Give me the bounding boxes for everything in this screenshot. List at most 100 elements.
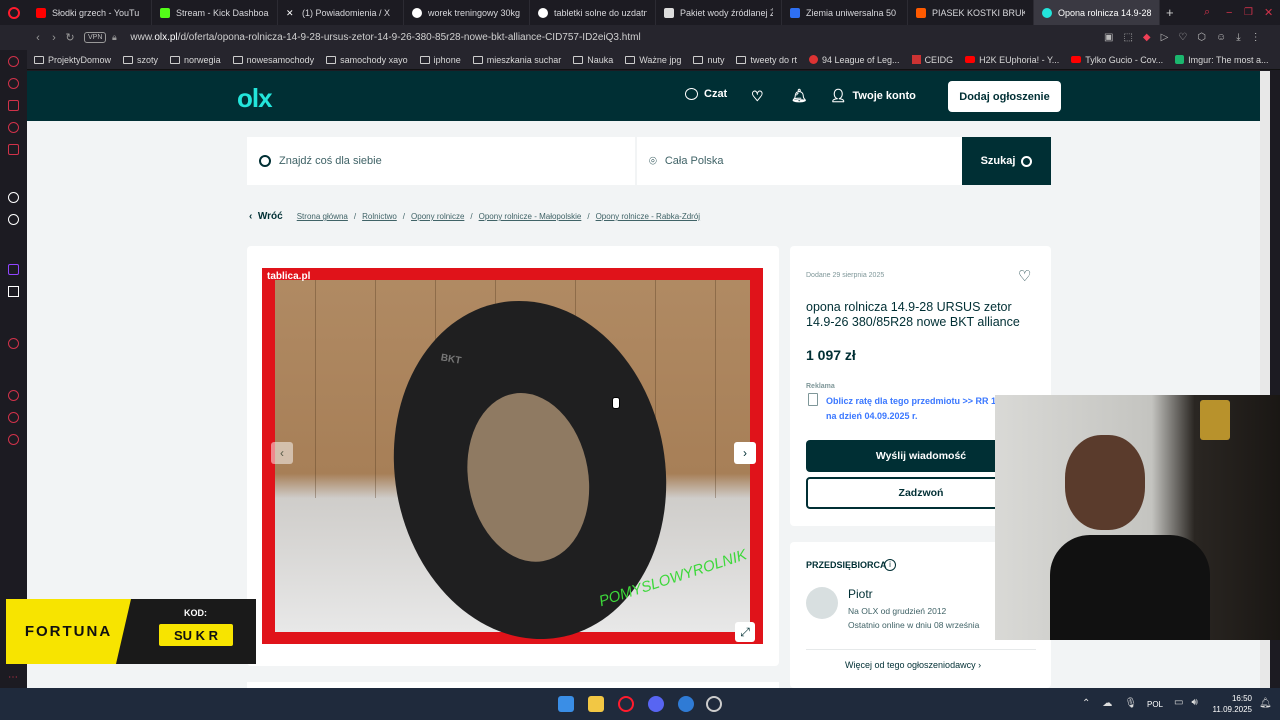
bookmark-item[interactable]: H2K EUphoria! - Y... <box>965 55 1059 65</box>
tab-1[interactable]: Stream - Kick Dashboard <box>152 0 278 25</box>
back-arrow-icon[interactable]: ‹ <box>30 32 46 44</box>
heart-icon[interactable]: ♡ <box>1178 32 1187 43</box>
info-icon[interactable]: i <box>884 559 896 571</box>
windows-start-icon[interactable] <box>558 696 574 712</box>
bookmark-item[interactable]: Tylko Gucio - Cov... <box>1071 55 1163 65</box>
aria-icon[interactable] <box>8 192 19 203</box>
tab-5[interactable]: Pakiet wody źródlanej Ż <box>656 0 782 25</box>
wallet-icon[interactable] <box>8 100 19 111</box>
hand-cursor-icon <box>612 397 620 409</box>
tab-2[interactable]: ✕ (1) Powiadomienia / X <box>278 0 404 25</box>
download-icon[interactable]: ⤓ <box>1236 32 1240 43</box>
file-explorer-icon[interactable] <box>588 696 604 712</box>
chat-link[interactable]: Czat <box>685 88 727 100</box>
language-indicator[interactable]: POL <box>1147 700 1163 709</box>
play-icon[interactable]: ▷ <box>1161 32 1169 43</box>
bookmark-item[interactable]: iphone <box>419 55 461 65</box>
tab-7[interactable]: PIASEK KOSTKI BRUKOW <box>908 0 1034 25</box>
maximize-icon[interactable]: ❐ <box>1244 7 1253 18</box>
tab-3[interactable]: worek treningowy 30kg <box>404 0 530 25</box>
prev-photo-button[interactable]: ‹ <box>271 442 293 464</box>
olx-logo[interactable]: olx <box>237 83 273 114</box>
breadcrumb-item[interactable]: Opony rolnicze - Małopolskie <box>479 212 582 221</box>
search-tabs-icon[interactable]: ⌕ <box>1204 6 1210 19</box>
profile-icon[interactable]: ☺ <box>1216 32 1226 43</box>
bookmark-item[interactable]: 94 League of Leg... <box>808 55 900 65</box>
instagram-icon[interactable] <box>8 122 19 133</box>
chatgpt-icon[interactable] <box>8 214 19 225</box>
screenshot-icon[interactable]: ⬚ <box>1123 32 1132 43</box>
reload-icon[interactable]: ↻ <box>62 31 78 44</box>
breadcrumb-item[interactable]: Opony rolnicze - Rabka-Zdrój <box>596 212 700 221</box>
chevron-up-icon[interactable]: ⌃ <box>1082 698 1090 709</box>
close-icon[interactable]: ✕ <box>1264 6 1273 19</box>
camera-icon[interactable]: ▣ <box>1104 32 1113 43</box>
lock-icon[interactable]: 🔒︎ <box>106 32 122 43</box>
mail-icon[interactable] <box>8 144 19 155</box>
messenger-icon[interactable] <box>678 696 694 712</box>
fullscreen-icon[interactable]: ⤢ <box>735 622 755 642</box>
bookmark-item[interactable]: Nauka <box>573 55 613 65</box>
account-link[interactable]: 👤︎ Twoje konto <box>830 88 916 104</box>
folder-icon <box>34 55 44 64</box>
discord-icon[interactable] <box>648 696 664 712</box>
bookmark-item[interactable]: Imgur: The most a... <box>1175 55 1269 65</box>
search-input[interactable]: Znajdź coś dla siebie <box>247 137 637 185</box>
minimize-icon[interactable]: − <box>1226 7 1232 19</box>
bookmark-item[interactable]: tweety do rt <box>736 55 797 65</box>
breadcrumb-item[interactable]: Strona główna <box>297 212 348 221</box>
bookmark-item[interactable]: szoty <box>123 55 158 65</box>
mic-icon[interactable]: 🎙︎ <box>1124 698 1137 709</box>
add-icon[interactable] <box>8 338 19 349</box>
menu-icon[interactable]: ⋮ <box>1251 32 1261 43</box>
messenger-icon[interactable] <box>8 56 19 67</box>
breadcrumb-item[interactable]: Rolnictwo <box>362 212 397 221</box>
add-listing-button[interactable]: Dodaj ogłoszenie <box>948 81 1061 112</box>
x-icon[interactable] <box>8 286 19 297</box>
back-link[interactable]: ‹ Wróć <box>249 211 283 222</box>
settings-icon[interactable] <box>8 434 19 445</box>
clock[interactable]: 16:50 11.09.2025 <box>1212 693 1252 715</box>
more-icon[interactable]: ⋯ <box>8 672 18 683</box>
opera-logo-icon[interactable] <box>0 6 28 19</box>
bell-icon[interactable]: 🔔︎ <box>791 88 808 104</box>
search-button[interactable]: Szukaj <box>962 137 1051 185</box>
bookmark-item[interactable]: Ważne jpg <box>625 55 681 65</box>
box-icon[interactable] <box>8 412 19 423</box>
tab-active[interactable]: Opona rolnicza 14.9-28 U <box>1034 0 1160 25</box>
bookmark-item[interactable]: ProjektyDomow <box>34 55 111 65</box>
bookmark-item[interactable]: norwegia <box>170 55 221 65</box>
history-icon[interactable] <box>8 78 19 89</box>
notification-bell-icon[interactable]: 🔔︎ <box>1259 698 1272 709</box>
bookmark-item[interactable]: samochody xayo <box>326 55 408 65</box>
bookmark-item[interactable]: nuty <box>693 55 724 65</box>
twitch-icon[interactable] <box>8 264 19 275</box>
favorites-heart-icon[interactable]: ♡ <box>751 88 764 105</box>
more-ads-link[interactable]: Więcej od tego ogłoszeniodawcy › <box>845 660 981 670</box>
network-icon[interactable]: ▭ <box>1174 697 1183 708</box>
tab-0[interactable]: Słodki grzech - YouTu <box>28 0 152 25</box>
bookmark-item[interactable]: mieszkania suchar <box>472 55 561 65</box>
extensions-icon[interactable]: ⬡ <box>1197 32 1206 43</box>
next-photo-button[interactable]: › <box>734 442 756 464</box>
bookmark-item[interactable]: CEIDG <box>911 55 953 65</box>
vpn-badge[interactable]: VPN <box>84 32 107 43</box>
seller-name[interactable]: Piotr <box>848 587 873 601</box>
bookmark-item[interactable]: nowesamochody <box>232 55 314 65</box>
pocket-icon[interactable]: ◆ <box>1143 32 1151 43</box>
cloud-icon[interactable]: ☁ <box>1102 698 1112 709</box>
clock-icon[interactable] <box>8 390 19 401</box>
obs-icon[interactable] <box>706 696 722 712</box>
ceidg-icon <box>911 55 921 64</box>
volume-icon[interactable]: 🔊︎ <box>1191 697 1197 708</box>
opera-icon[interactable] <box>618 696 634 712</box>
bookmarks-bar: ProjektyDomow szoty norwegia nowesamocho… <box>0 50 1280 70</box>
tab-4[interactable]: tabletki solne do uzdatni <box>530 0 656 25</box>
breadcrumb-item[interactable]: Opony rolnicze <box>411 212 464 221</box>
location-input[interactable]: ⌾ Cała Polska <box>637 137 962 185</box>
url-text[interactable]: www.olx.pl/d/oferta/opona-rolnicza-14-9-… <box>130 32 640 43</box>
favorite-heart-icon[interactable]: ♡ <box>1018 267 1031 285</box>
tab-6[interactable]: Ziemia uniwersalna 50 l <box>782 0 908 25</box>
new-tab-icon[interactable]: + <box>1166 5 1174 20</box>
forward-arrow-icon[interactable]: › <box>46 32 62 44</box>
